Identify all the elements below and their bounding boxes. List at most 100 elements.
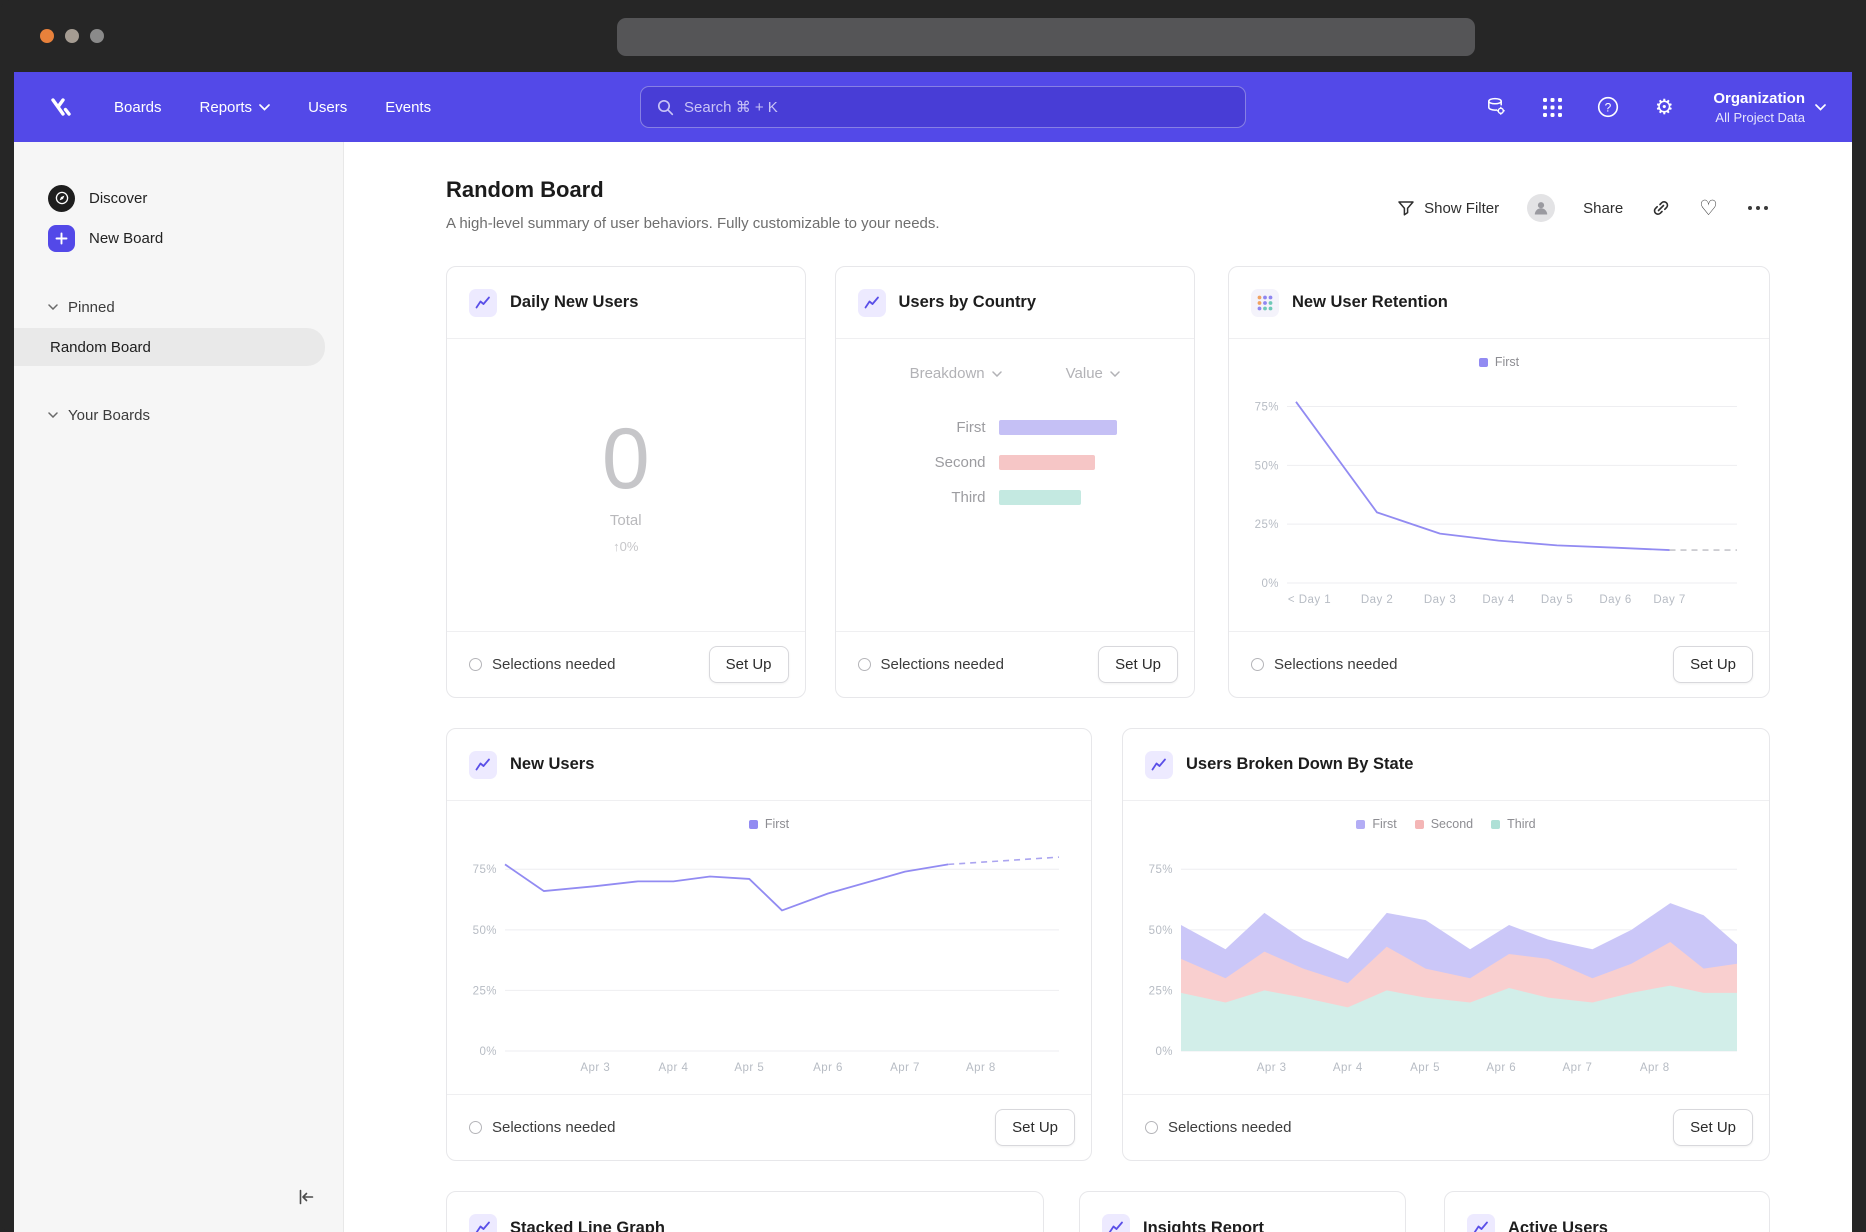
svg-text:Apr 6: Apr 6 <box>813 1062 843 1074</box>
legend-swatch <box>749 820 758 829</box>
set-up-button[interactable]: Set Up <box>1098 646 1178 683</box>
card-title: Active Users <box>1508 1219 1608 1232</box>
card-daily-new-users: Daily New Users 0 Total ↑0% Selections n… <box>446 266 806 698</box>
svg-text:?: ? <box>1605 100 1612 114</box>
legend-label: First <box>1372 817 1396 831</box>
share-button[interactable]: Share <box>1583 200 1623 217</box>
titlebar <box>0 0 1866 72</box>
copy-link-button[interactable] <box>1651 198 1671 218</box>
svg-text:Apr 8: Apr 8 <box>1640 1062 1670 1074</box>
nav-item-boards-label: Boards <box>114 99 162 116</box>
nav-item-users-label: Users <box>308 99 347 116</box>
sidebar-section-pinned[interactable]: Pinned <box>14 292 343 322</box>
person-icon <box>1532 199 1550 217</box>
legend-label: Third <box>1507 817 1535 831</box>
card-title: Stacked Line Graph <box>510 1219 665 1232</box>
card-title: Insights Report <box>1143 1219 1264 1232</box>
value-dropdown[interactable]: Value <box>1066 365 1120 382</box>
line-chart-icon <box>1102 1214 1130 1232</box>
bar-row: Third <box>836 480 1195 515</box>
empty-circle-icon <box>1145 1121 1158 1134</box>
line-chart-icon <box>469 289 497 317</box>
svg-text:50%: 50% <box>473 925 497 937</box>
set-up-button[interactable]: Set Up <box>995 1109 1075 1146</box>
legend-label: Second <box>1431 817 1473 831</box>
url-bar[interactable] <box>617 18 1475 56</box>
sidebar-item-random-board-label: Random Board <box>50 339 151 356</box>
org-switcher[interactable]: Organization All Project Data <box>1713 90 1826 125</box>
svg-text:50%: 50% <box>1149 925 1173 937</box>
bar-third <box>999 490 1081 505</box>
nav-item-users[interactable]: Users <box>308 99 347 116</box>
discover-icon <box>48 185 75 212</box>
chart-legend: First <box>1229 353 1769 371</box>
window-zoom-button[interactable] <box>90 29 104 43</box>
selections-needed-label: Selections needed <box>881 656 1004 673</box>
window-minimize-button[interactable] <box>65 29 79 43</box>
search-input[interactable]: Search ⌘ + K <box>640 86 1246 128</box>
plus-icon <box>48 225 75 252</box>
set-up-button[interactable]: Set Up <box>1673 1109 1753 1146</box>
card-title: New User Retention <box>1292 293 1448 312</box>
svg-text:25%: 25% <box>1255 519 1279 531</box>
legend-label: First <box>1495 355 1519 369</box>
nav-item-events[interactable]: Events <box>385 99 431 116</box>
selections-needed-label: Selections needed <box>1168 1119 1291 1136</box>
sidebar-section-your-boards[interactable]: Your Boards <box>14 400 343 430</box>
selections-needed-status: Selections needed <box>469 656 615 673</box>
sidebar-item-discover[interactable]: Discover <box>14 178 343 218</box>
selections-needed-label: Selections needed <box>1274 656 1397 673</box>
legend-swatch <box>1356 820 1365 829</box>
metric-display: 0 Total ↑0% <box>447 339 805 631</box>
chevron-down-icon <box>48 304 58 310</box>
svg-text:Apr 4: Apr 4 <box>659 1062 689 1074</box>
search-placeholder: Search ⌘ + K <box>684 98 778 116</box>
svg-text:75%: 75% <box>1149 864 1173 876</box>
favorite-button[interactable]: ♡ <box>1699 198 1718 219</box>
svg-text:Day 2: Day 2 <box>1361 594 1393 606</box>
selections-needed-status: Selections needed <box>858 656 1004 673</box>
svg-text:Apr 5: Apr 5 <box>734 1062 764 1074</box>
set-up-button[interactable]: Set Up <box>1673 646 1753 683</box>
window-close-button[interactable] <box>40 29 54 43</box>
sidebar-item-new-board-label: New Board <box>89 230 163 247</box>
nav-item-reports[interactable]: Reports <box>200 99 271 116</box>
board-header: Random Board A high-level summary of use… <box>446 176 940 234</box>
board-actions: Show Filter Share <box>1397 194 1770 222</box>
svg-text:0%: 0% <box>1155 1046 1173 1058</box>
mixpanel-logo[interactable] <box>46 92 76 122</box>
browser-window: Boards Reports Users Events Search ⌘ + K <box>0 0 1866 1232</box>
bar-label: Third <box>836 489 986 506</box>
card-new-user-retention: New User Retention First 75%50%25%0%< Da… <box>1228 266 1770 698</box>
svg-text:< Day 1: < Day 1 <box>1288 594 1331 606</box>
sidebar-item-random-board[interactable]: Random Board <box>14 328 325 366</box>
sidebar-item-new-board[interactable]: New Board <box>14 218 343 258</box>
settings-gear-icon[interactable]: ⚙ <box>1651 94 1677 120</box>
sidebar-collapse-button[interactable] <box>291 1182 321 1212</box>
org-name: Organization <box>1713 90 1805 107</box>
data-management-icon[interactable] <box>1483 94 1509 120</box>
more-options-button[interactable] <box>1746 200 1770 216</box>
selections-needed-label: Selections needed <box>492 656 615 673</box>
funnel-icon <box>1397 199 1415 217</box>
state-stacked-chart: 75%50%25%0%Apr 3Apr 4Apr 5Apr 6Apr 7Apr … <box>1137 837 1751 1081</box>
empty-circle-icon <box>1251 658 1264 671</box>
avatar[interactable] <box>1527 194 1555 222</box>
line-chart-icon <box>858 289 886 317</box>
board-subtitle: A high-level summary of user behaviors. … <box>446 214 940 234</box>
empty-circle-icon <box>469 1121 482 1134</box>
breakdown-dropdown-label: Breakdown <box>910 365 985 382</box>
svg-text:Day 5: Day 5 <box>1541 594 1573 606</box>
breakdown-dropdown[interactable]: Breakdown <box>910 365 1002 382</box>
nav-item-boards[interactable]: Boards <box>114 99 162 116</box>
help-icon[interactable]: ? <box>1595 94 1621 120</box>
card-stacked-line-graph: Stacked Line Graph <box>446 1191 1044 1232</box>
empty-circle-icon <box>469 658 482 671</box>
set-up-button[interactable]: Set Up <box>709 646 789 683</box>
show-filter-button[interactable]: Show Filter <box>1397 199 1499 217</box>
metric-value: 0 <box>602 416 650 502</box>
bar-label: First <box>836 419 986 436</box>
apps-grid-icon[interactable] <box>1539 94 1565 120</box>
show-filter-label: Show Filter <box>1424 200 1499 217</box>
nav-item-reports-label: Reports <box>200 99 253 116</box>
